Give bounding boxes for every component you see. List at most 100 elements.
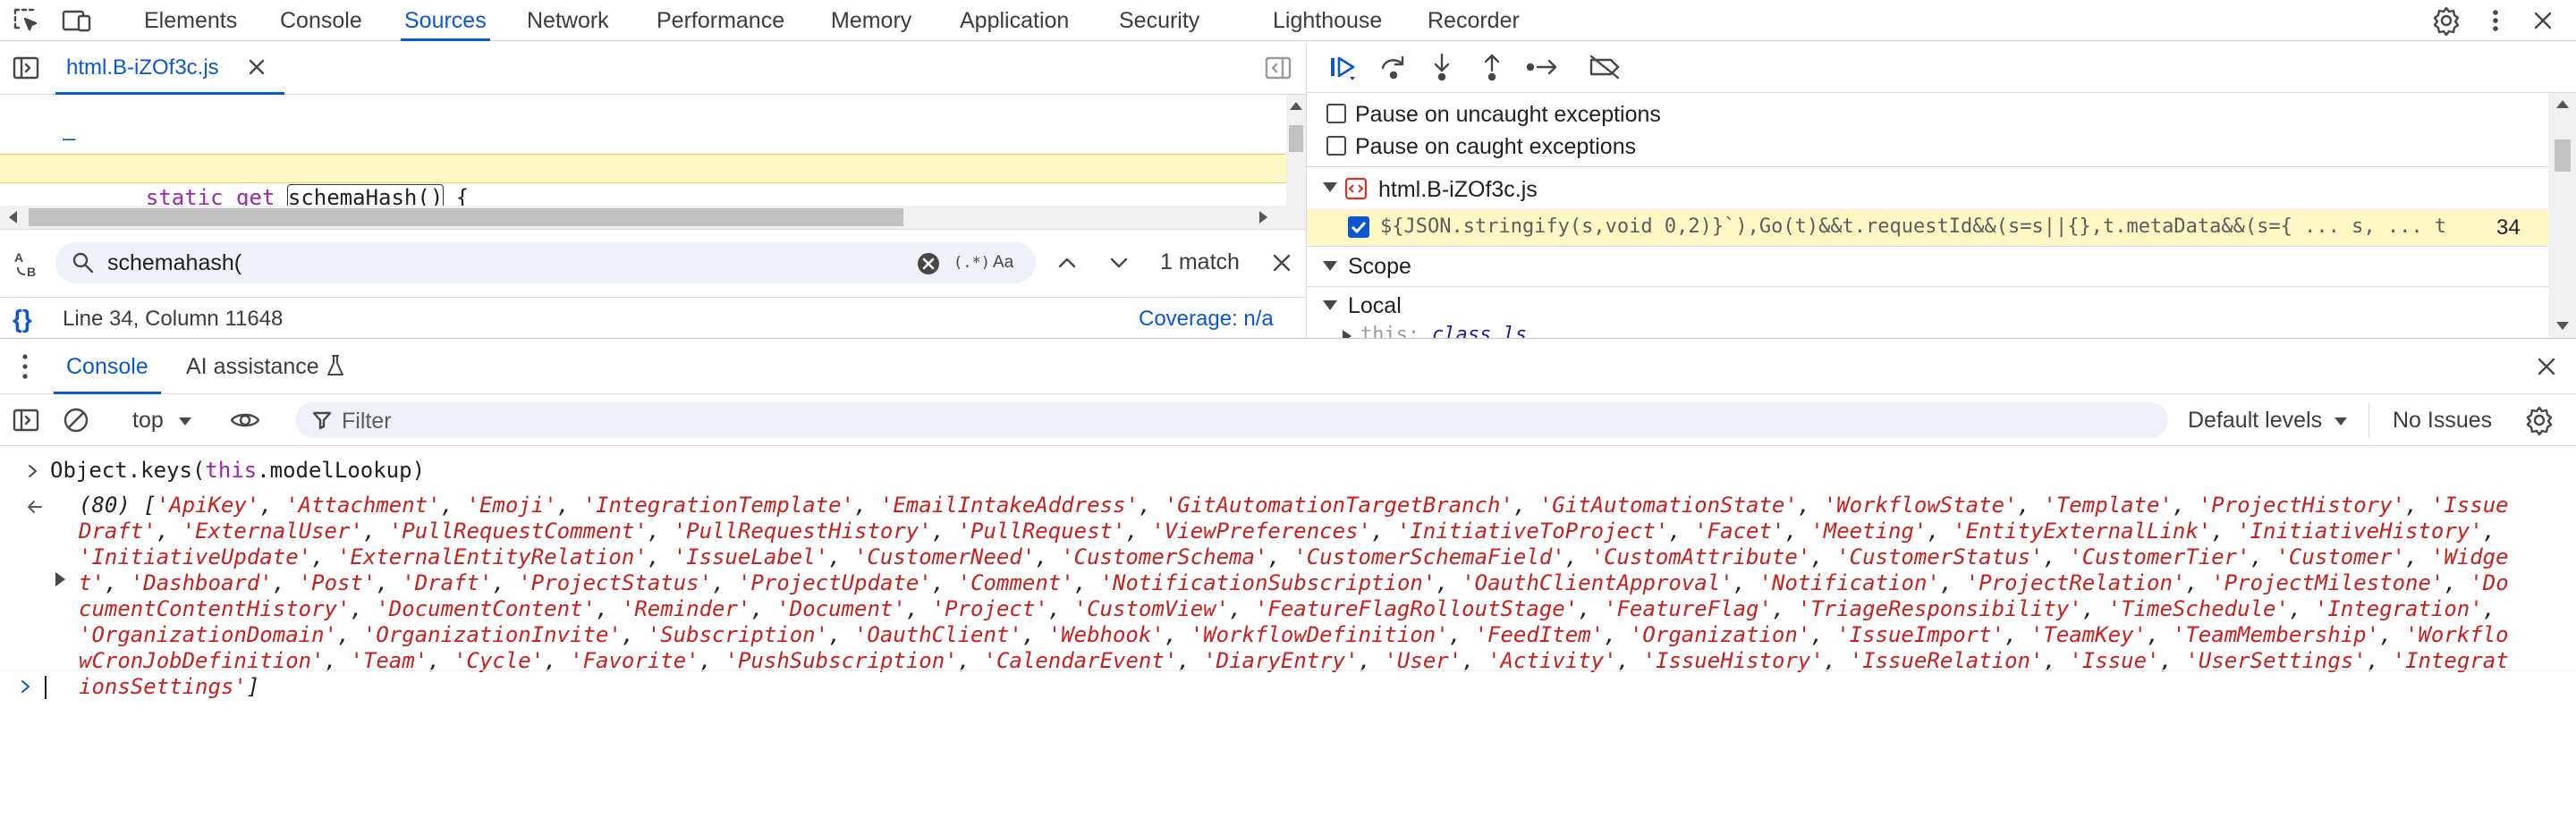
- regex-toggle[interactable]: (.*): [953, 254, 990, 272]
- step-over-icon[interactable]: [1378, 54, 1409, 80]
- array-item: 'CustomerStatus': [1836, 544, 2044, 569]
- array-item: 'EmailIntakeAddress': [879, 493, 1139, 518]
- scrollbar-thumb[interactable]: [1289, 125, 1303, 152]
- svg-text:A: A: [14, 250, 23, 265]
- filter-field[interactable]: Filter: [295, 402, 2168, 438]
- tab-sources[interactable]: Sources: [401, 0, 490, 41]
- prompt-chevron-icon: [27, 464, 39, 478]
- array-item: 'Document': [776, 596, 906, 621]
- file-tab[interactable]: html.B-iZOf3c.js: [55, 41, 284, 95]
- sidebar-icon[interactable]: [13, 408, 39, 433]
- filter-input[interactable]: Filter: [342, 409, 392, 434]
- context-selector[interactable]: top: [132, 408, 164, 434]
- code-line: – const ls = class ls {: [0, 95, 1286, 181]
- tab-performance[interactable]: Performance: [657, 0, 784, 41]
- replace-toggle-icon[interactable]: AB: [13, 249, 45, 278]
- step-into-icon[interactable]: [1428, 52, 1455, 80]
- coverage-link[interactable]: Coverage: n/a: [1139, 307, 1274, 332]
- horizontal-scrollbar[interactable]: [0, 206, 1286, 229]
- array-item: 'FeedItem': [1474, 622, 1605, 647]
- search-field[interactable]: schemahash( (.*) Aa: [55, 242, 1036, 283]
- tab-network[interactable]: Network: [527, 0, 609, 41]
- settings-gear-icon[interactable]: [2431, 5, 2462, 36]
- close-search-icon[interactable]: [1268, 249, 1295, 276]
- debugger-toolbar: [1307, 41, 2576, 93]
- array-items: 'ApiKey', 'Attachment', 'Emoji', 'Integr…: [79, 493, 2509, 699]
- pause-uncaught-checkbox[interactable]: [1326, 104, 1346, 123]
- console-result[interactable]: (80) ['ApiKey', 'Attachment', 'Emoji', '…: [0, 493, 2576, 699]
- close-drawer-icon[interactable]: [2533, 353, 2560, 380]
- triangle-down-icon[interactable]: [1323, 182, 1337, 192]
- array-item: 'CustomerTier': [2069, 544, 2250, 569]
- debugger-toggle-icon[interactable]: [1265, 55, 1292, 80]
- resume-icon[interactable]: [1328, 54, 1359, 80]
- array-item: 'OrganizationDomain': [79, 622, 337, 647]
- sidebar-scrollbar[interactable]: [2548, 93, 2576, 338]
- drawer-tab-ai[interactable]: AI assistance: [186, 354, 319, 380]
- tab-security[interactable]: Security: [1119, 0, 1199, 41]
- deactivate-breakpoints-icon[interactable]: [1588, 54, 1622, 80]
- console-settings-gear-icon[interactable]: [2524, 405, 2555, 435]
- array-item: 'ProjectUpdate': [738, 570, 932, 595]
- console-command-entry[interactable]: Object.keys(this.modelLookup): [0, 455, 2576, 485]
- inspect-icon[interactable]: [13, 7, 41, 34]
- triangle-down-icon[interactable]: [1323, 261, 1337, 271]
- chevron-down-icon[interactable]: [179, 417, 191, 426]
- drawer-menu-icon[interactable]: [20, 352, 30, 381]
- clear-console-icon[interactable]: [63, 407, 89, 434]
- search-input[interactable]: schemahash(: [107, 250, 242, 276]
- array-item: 'IntegrationTemplate': [582, 493, 854, 518]
- chevron-down-icon[interactable]: [2334, 417, 2347, 426]
- array-item: 'ProjectStatus': [518, 570, 713, 595]
- array-item: 'GitAutomationState': [1538, 493, 1798, 518]
- breakpoint-checkbox[interactable]: [1348, 216, 1369, 238]
- console-toolbar: top Filter Default levels No Issues: [0, 394, 2576, 446]
- eye-icon[interactable]: [229, 407, 261, 434]
- tab-recorder[interactable]: Recorder: [1428, 0, 1520, 41]
- console-prompt[interactable]: [0, 670, 2576, 702]
- close-icon[interactable]: [245, 55, 268, 79]
- cursor-position: Line 34, Column 11648: [63, 307, 284, 331]
- device-toggle-icon[interactable]: [61, 7, 93, 34]
- editor-status-bar: {} Line 34, Column 11648 Coverage: n/a: [0, 297, 1306, 338]
- clear-icon[interactable]: [916, 251, 941, 276]
- array-item: 'Subscription': [647, 622, 829, 647]
- tab-application[interactable]: Application: [960, 0, 1069, 41]
- tab-elements[interactable]: Elements: [144, 0, 237, 41]
- file-tab-label: html.B-iZOf3c.js: [66, 55, 219, 80]
- triangle-down-icon[interactable]: [1323, 300, 1337, 310]
- chevron-down-icon[interactable]: [1106, 249, 1132, 276]
- local-scope-label[interactable]: Local: [1348, 293, 1402, 319]
- breakpoint-file-label[interactable]: html.B-iZOf3c.js: [1378, 177, 1538, 203]
- array-item: 'Project': [931, 596, 1048, 621]
- array-item: 'CustomerNeed': [853, 544, 1036, 569]
- scope-section-label[interactable]: Scope: [1348, 254, 1411, 280]
- braces-icon[interactable]: {}: [13, 305, 32, 333]
- code-editor[interactable]: – const ls = class ls { – static get sch…: [0, 95, 1286, 206]
- drawer-tab-console[interactable]: Console: [54, 339, 161, 394]
- array-item: 'FeatureFlagRolloutStage': [1254, 596, 1579, 621]
- scrollbar-thumb[interactable]: [29, 208, 903, 226]
- breakpoint-row[interactable]: ${JSON.stringify(s,void 0,2)}`),Go(t)&&t…: [1307, 209, 2559, 245]
- issues-counter[interactable]: No Issues: [2393, 408, 2492, 434]
- log-levels-dropdown[interactable]: Default levels: [2188, 408, 2322, 434]
- match-case-toggle[interactable]: Aa: [993, 253, 1013, 273]
- tab-console[interactable]: Console: [280, 0, 362, 41]
- step-icon[interactable]: [1525, 54, 1561, 80]
- array-item: 'CustomerSchemaField': [1293, 544, 1565, 569]
- more-vert-icon[interactable]: [2485, 7, 2506, 34]
- step-out-icon[interactable]: [1479, 52, 1505, 80]
- array-item: 'DocumentContent': [376, 596, 596, 621]
- navigator-toggle-icon[interactable]: [13, 55, 39, 80]
- expand-triangle-icon[interactable]: [55, 572, 65, 586]
- chevron-up-icon[interactable]: [1054, 249, 1080, 276]
- scope-value: class ls: [1432, 325, 1527, 338]
- pause-caught-checkbox[interactable]: [1326, 136, 1346, 156]
- close-devtools-icon[interactable]: [2529, 5, 2556, 36]
- scope-item[interactable]: this: class ls: [1307, 325, 2559, 338]
- vertical-scrollbar[interactable]: [1286, 95, 1306, 229]
- tab-memory[interactable]: Memory: [831, 0, 911, 41]
- tab-lighthouse[interactable]: Lighthouse: [1273, 0, 1382, 41]
- array-item: 'Meeting': [1810, 519, 1928, 544]
- match-count: 1 match: [1160, 249, 1240, 274]
